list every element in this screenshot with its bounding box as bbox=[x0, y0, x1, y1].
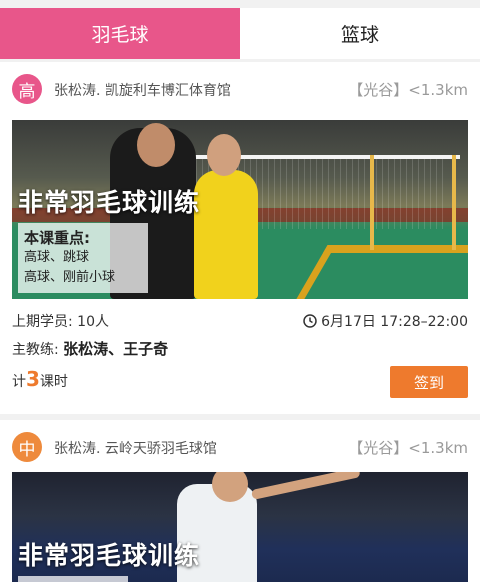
venue-name: 张松涛. 凯旋利车博汇体育馆 bbox=[54, 83, 231, 99]
focus-item: 高球、刚前小球 bbox=[24, 270, 116, 285]
coach-line: 主教练: 张松涛、王子奇 bbox=[12, 338, 168, 359]
last-students: 上期学员: 10人 bbox=[12, 314, 109, 330]
tab-basketball[interactable]: 篮球 bbox=[240, 8, 480, 59]
session-count: 计3课时 bbox=[12, 367, 68, 391]
course-focus: 本课重点: 高球、跳球 高球、刚前小球 bbox=[18, 223, 148, 293]
session-prefix: 计 bbox=[12, 374, 26, 390]
coach-names: 张松涛、王子奇 bbox=[63, 340, 169, 358]
course-focus bbox=[18, 576, 128, 582]
course-header: 高 张松涛. 凯旋利车博汇体育馆 【光谷】<1.3km bbox=[12, 74, 468, 104]
course-card[interactable]: 高 张松涛. 凯旋利车博汇体育馆 【光谷】<1.3km 非常羽毛球训练 本课重点… bbox=[0, 62, 480, 414]
session-number: 3 bbox=[26, 367, 40, 391]
focus-item: 高球、跳球 bbox=[24, 250, 90, 265]
time-text: 6月17日 17:28–22:00 bbox=[321, 314, 468, 330]
focus-title: 本课重点: bbox=[24, 229, 90, 247]
course-card[interactable]: 中 张松涛. 云岭天骄羽毛球馆 【光谷】<1.3km 非常羽毛球训练 bbox=[0, 420, 480, 582]
course-header: 中 张松涛. 云岭天骄羽毛球馆 【光谷】<1.3km bbox=[12, 432, 468, 462]
level-badge: 高 bbox=[12, 74, 42, 104]
course-title: 非常羽毛球训练 bbox=[18, 188, 201, 217]
course-title: 非常羽毛球训练 bbox=[18, 541, 201, 570]
coach-label: 主教练: bbox=[12, 342, 64, 358]
venue-name: 张松涛. 云岭天骄羽毛球馆 bbox=[54, 441, 217, 457]
clock-icon bbox=[303, 314, 317, 328]
course-photo[interactable]: 非常羽毛球训练 本课重点: 高球、跳球 高球、刚前小球 bbox=[12, 120, 468, 299]
session-suffix: 课时 bbox=[39, 374, 68, 390]
level-badge: 中 bbox=[12, 432, 42, 462]
course-photo[interactable]: 非常羽毛球训练 bbox=[12, 472, 468, 582]
tab-badminton[interactable]: 羽毛球 bbox=[0, 8, 240, 59]
course-time: 6月17日 17:28–22:00 bbox=[303, 311, 468, 331]
sport-tabs: 羽毛球 篮球 bbox=[0, 8, 480, 59]
distance-label: 【光谷】<1.3km bbox=[348, 81, 468, 99]
distance-label: 【光谷】<1.3km bbox=[348, 439, 468, 457]
signin-button[interactable]: 签到 bbox=[390, 366, 468, 398]
